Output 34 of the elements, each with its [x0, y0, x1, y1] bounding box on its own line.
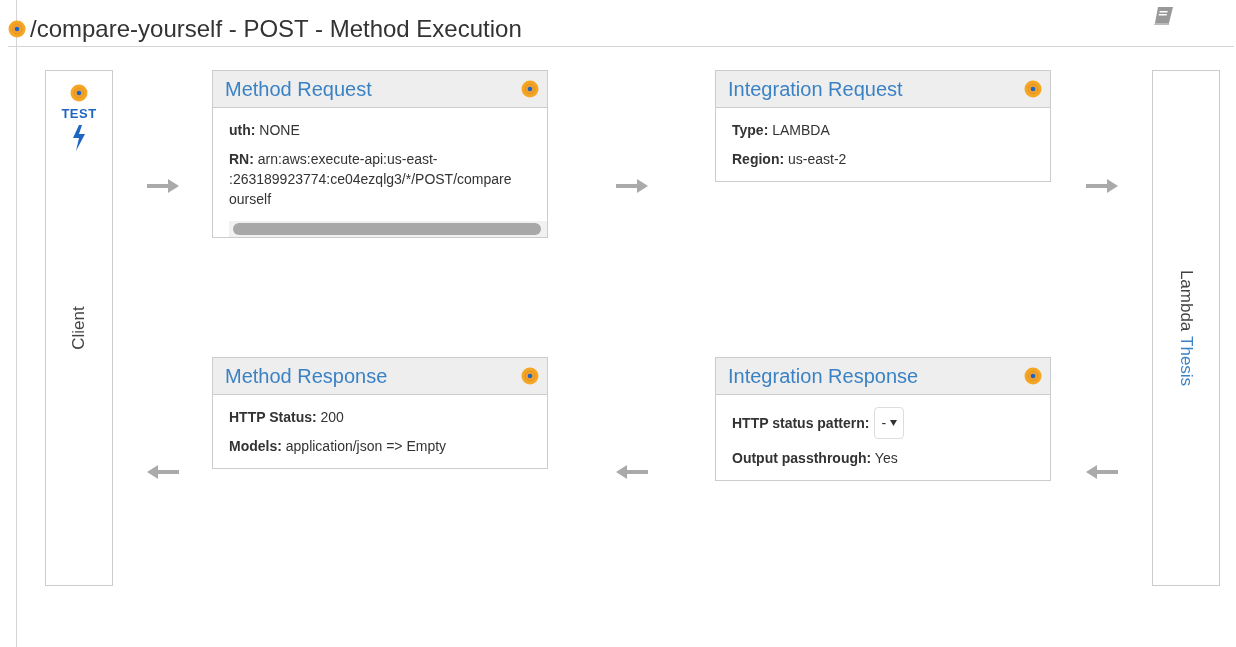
field-text: HTTP Status: 200 — [229, 408, 345, 427]
scrollbar[interactable] — [229, 221, 547, 237]
page-title: /compare-yourself - POST - Method Execution — [30, 15, 522, 43]
status-icon — [70, 84, 88, 102]
field-text: Output passthrough: Yes — [732, 449, 899, 468]
arrow-left-icon — [146, 464, 179, 479]
field-text: Models: application/json => Empty — [229, 437, 448, 456]
field-text: Type: LAMBDA — [732, 121, 831, 140]
card-title[interactable]: Method Response — [225, 364, 388, 388]
book-icon[interactable] — [1152, 6, 1174, 26]
arrow-left-icon — [615, 464, 648, 479]
card-title[interactable]: Method Request — [225, 77, 372, 101]
client-label: Client — [69, 306, 89, 350]
backend-link[interactable]: Thesis — [1177, 336, 1196, 387]
status-icon — [521, 80, 539, 98]
status-icon — [1024, 367, 1042, 385]
card-title[interactable]: Integration Response — [728, 364, 919, 388]
backend-label: Lambda Thesis — [1176, 269, 1196, 387]
field-text: uth: NONE — [229, 121, 301, 140]
field-text: RN: arn:aws:execute-api:us-east- :263189923774:ce04ezqlg3/*/POST/compare ourself — [229, 150, 513, 209]
arrow-left-icon — [1085, 464, 1118, 479]
field-text: Region: us-east-2 — [732, 150, 848, 169]
lightning-icon[interactable] — [72, 125, 86, 151]
caret-icon — [890, 420, 898, 426]
status-icon — [521, 367, 539, 385]
arrow-right-icon — [615, 178, 648, 193]
field-label: HTTP status pattern: — [732, 414, 870, 433]
test-link[interactable]: TEST — [61, 106, 97, 121]
arrow-right-icon — [1085, 178, 1118, 193]
status-icon — [1024, 80, 1042, 98]
status-pattern-select[interactable]: - — [874, 407, 905, 439]
status-icon — [8, 20, 26, 38]
arrow-right-icon — [146, 178, 179, 193]
card-title[interactable]: Integration Request — [728, 77, 903, 101]
